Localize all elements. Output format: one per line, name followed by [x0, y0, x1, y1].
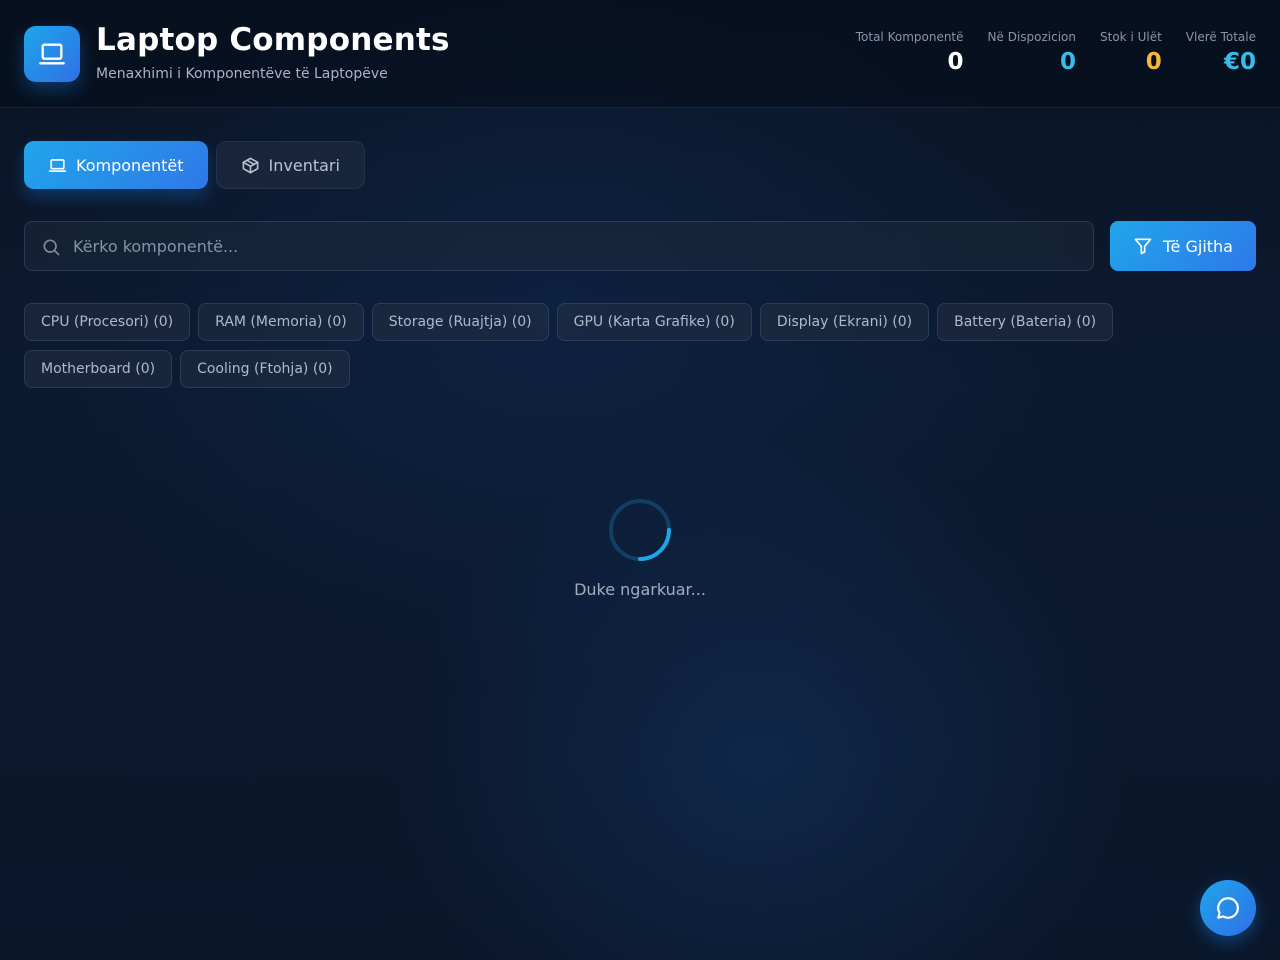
stat-value: 0 — [947, 49, 964, 75]
filter-icon — [1134, 238, 1152, 255]
chat-icon — [1217, 897, 1239, 919]
stat-total-components: Total Komponentë 0 — [856, 30, 964, 76]
laptop-icon — [39, 43, 65, 65]
box-icon — [242, 157, 258, 173]
tab-label: Inventari — [268, 155, 340, 175]
filter-all-button[interactable]: Të Gjitha — [1110, 221, 1256, 271]
category-chip-motherboard[interactable]: Motherboard (0) — [24, 350, 173, 388]
search-icon — [43, 239, 60, 256]
stat-label: Total Komponentë — [855, 30, 964, 44]
stat-label: Në Dispozicion — [987, 30, 1077, 44]
search-bar — [24, 221, 1094, 271]
app-subtitle: Menaxhimi i Komponentëve të Laptopëve — [96, 66, 388, 82]
tab-inventory[interactable]: Inventari — [215, 141, 365, 189]
category-chip-storage[interactable]: Storage (Ruajtja) (0) — [371, 303, 549, 341]
app-header: Laptop Components Menaxhimi i Komponentë… — [0, 0, 1280, 108]
stat-low-stock: Stok i Ulët 0 — [1100, 30, 1162, 76]
category-chip-cooling[interactable]: Cooling (Ftohja) (0) — [180, 350, 350, 388]
app-title: Laptop Components — [96, 22, 450, 58]
stat-available: Në Dispozicion 0 — [988, 30, 1076, 76]
tab-components[interactable]: Komponentët — [24, 141, 208, 189]
stat-label: Vlerë Totale — [1185, 30, 1256, 44]
filter-label: Të Gjitha — [1163, 236, 1233, 256]
tab-label: Komponentët — [76, 155, 184, 175]
category-filters: CPU (Procesori) (0) RAM (Memoria) (0) St… — [24, 303, 1256, 388]
app-logo — [24, 26, 80, 82]
category-chip-cpu[interactable]: CPU (Procesori) (0) — [24, 303, 191, 341]
stat-value: €0 — [1223, 49, 1256, 75]
laptop-icon — [48, 158, 67, 172]
category-chip-battery[interactable]: Battery (Bateria) (0) — [937, 303, 1114, 341]
main-tabs: Komponentët Inventari — [24, 141, 365, 189]
loading-spinner — [609, 499, 671, 561]
category-chip-ram[interactable]: RAM (Memoria) (0) — [198, 303, 364, 341]
loading-text: Duke ngarkuar... — [574, 580, 706, 599]
stats-summary: Total Komponentë 0 Në Dispozicion 0 Stok… — [856, 30, 1256, 76]
chat-button[interactable] — [1200, 880, 1256, 936]
stat-value: 0 — [1060, 49, 1077, 75]
category-chip-display[interactable]: Display (Ekrani) (0) — [759, 303, 930, 341]
stat-total-value: Vlerë Totale €0 — [1186, 30, 1256, 76]
stat-label: Stok i Ulët — [1100, 30, 1162, 44]
category-chip-gpu[interactable]: GPU (Karta Grafike) (0) — [556, 303, 752, 341]
stat-value: 0 — [1145, 49, 1162, 75]
search-input[interactable] — [25, 222, 1093, 270]
